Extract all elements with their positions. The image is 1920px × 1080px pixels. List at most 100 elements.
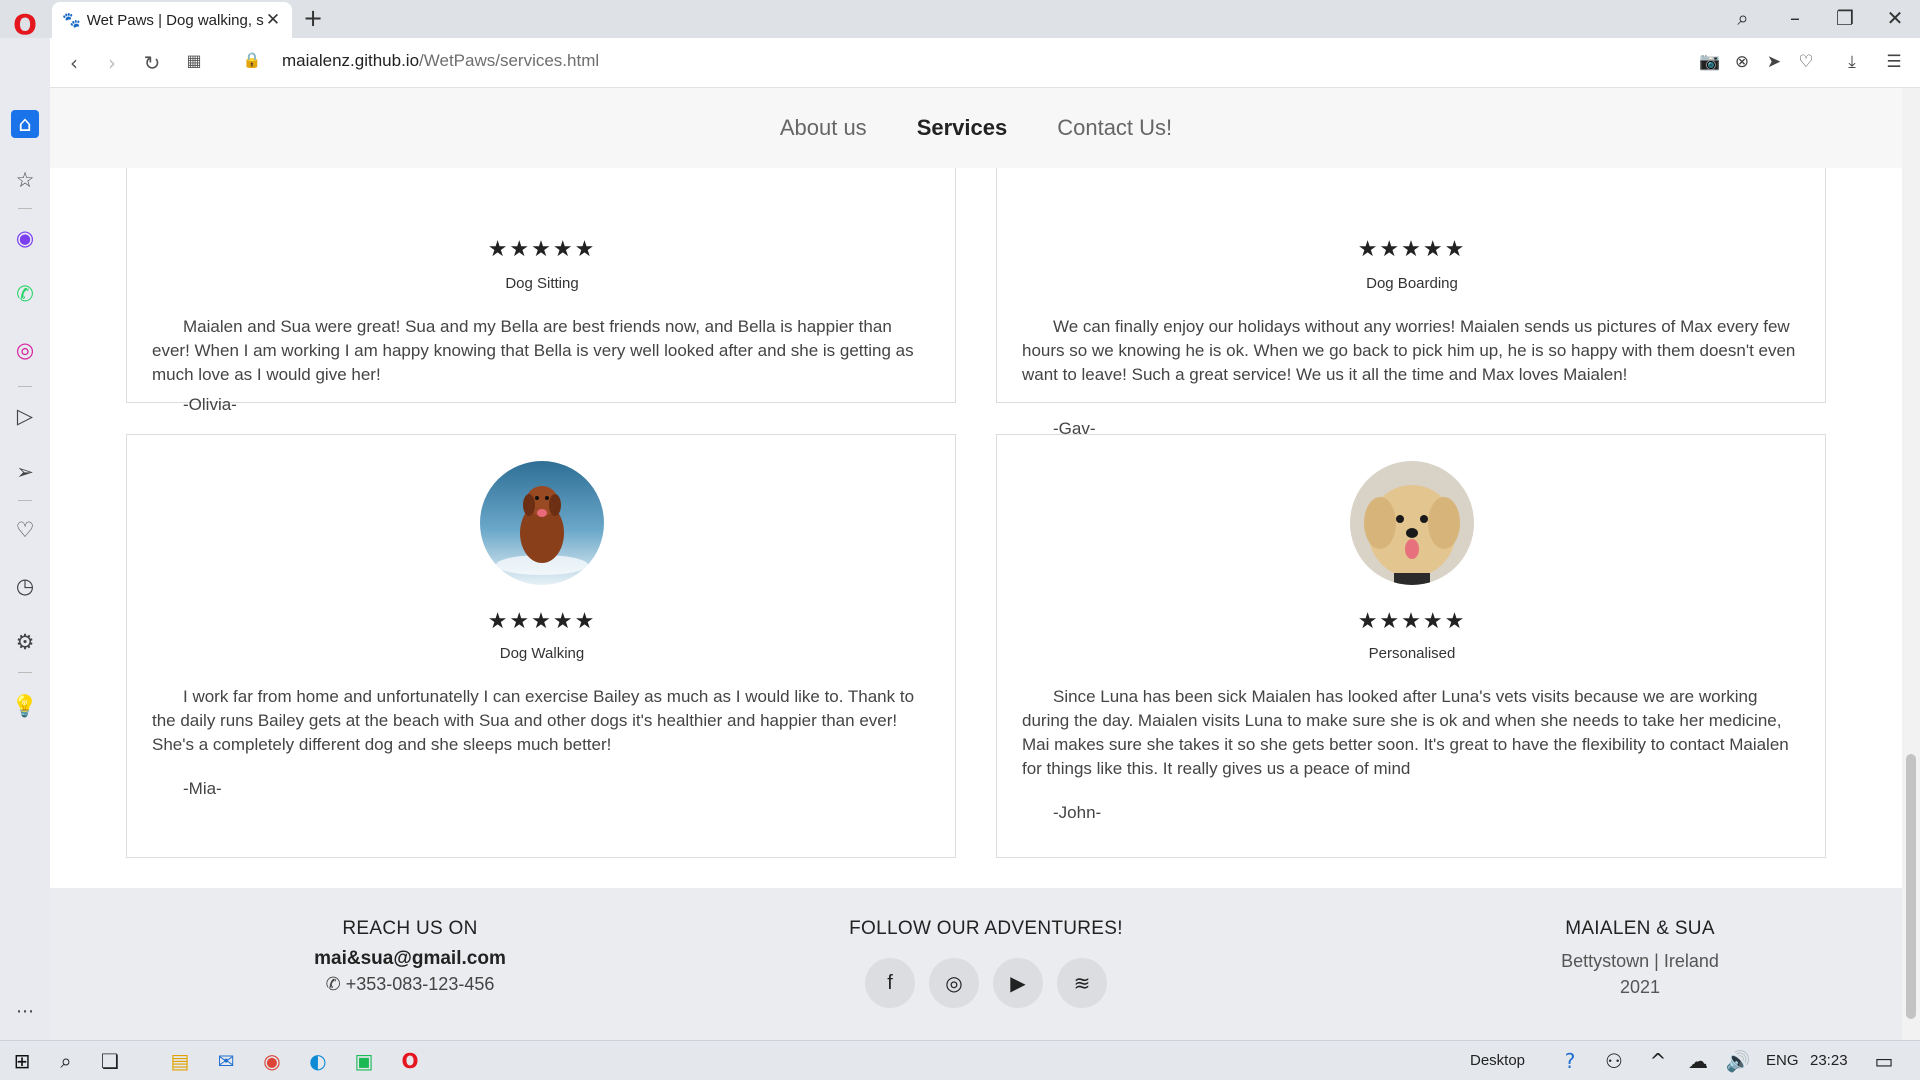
flow-icon[interactable]: ➢ <box>11 458 39 486</box>
whatsapp-icon: ✆ <box>325 974 341 994</box>
page-scrollbar[interactable] <box>1902 88 1920 1040</box>
review-text: Maialen and Sua were great! Sua and my B… <box>152 317 914 384</box>
footer-phone-number: +353-083-123-456 <box>345 974 495 994</box>
spotify-icon[interactable]: ≋ <box>1057 958 1107 1008</box>
star-rating-icon: ★★★★★ <box>487 237 597 262</box>
camera-icon[interactable]: 📷 <box>1698 52 1722 72</box>
scrollbar-thumb[interactable] <box>1906 754 1916 1019</box>
review-card: ★★★★★ Personalised Since Luna has been s… <box>996 434 1826 858</box>
more-icon[interactable]: ⋯ <box>11 998 39 1026</box>
chevron-up-icon[interactable]: ^ <box>1644 1048 1672 1074</box>
review-service: Dog Walking <box>499 645 585 662</box>
help-icon[interactable]: ? <box>1556 1048 1584 1074</box>
send-icon[interactable]: ➤ <box>1762 52 1786 72</box>
footer-phone: ✆ +353-083-123-456 <box>240 974 580 995</box>
footer-follow-heading: FOLLOW OUR ADVENTURES! <box>849 918 1123 939</box>
home-icon[interactable]: ⌂ <box>11 110 39 138</box>
task-view-icon[interactable]: ❏ <box>96 1048 124 1074</box>
back-button[interactable]: ‹ <box>62 51 86 75</box>
youtube-icon[interactable]: ▶ <box>993 958 1043 1008</box>
search-icon[interactable]: ⌕ <box>52 1048 80 1074</box>
star-rating-icon: ★★★★★ <box>1357 609 1467 634</box>
footer-reach-heading: REACH US ON <box>342 918 478 939</box>
footer-brand: MAIALEN & SUA Bettystown | Ireland 2021 <box>1470 918 1810 1000</box>
address-bar: ‹ › ↻ ▦ 🔒 maialenz.github.io/WetPaws/ser… <box>50 38 1920 88</box>
speed-dial-icon[interactable]: ▦ <box>182 51 206 70</box>
footer-location: Bettystown | Ireland <box>1561 951 1719 971</box>
review-service: Dog Boarding <box>1366 275 1458 292</box>
review-text: We can finally enjoy our holidays withou… <box>1022 317 1796 384</box>
restore-button[interactable]: ❐ <box>1830 6 1860 30</box>
site-footer: REACH US ON mai&sua@gmail.com ✆ +353-083… <box>50 888 1902 1040</box>
favorites-icon[interactable]: ♡ <box>11 516 39 544</box>
site-navigation: About us Services Contact Us! <box>50 88 1902 168</box>
review-service: Dog Sitting <box>505 275 579 292</box>
footer-contact: REACH US ON mai&sua@gmail.com ✆ +353-083… <box>240 918 580 995</box>
volume-icon[interactable]: 🔊 <box>1724 1048 1752 1074</box>
chrome-icon[interactable]: ◉ <box>258 1048 286 1074</box>
tab-bar: O 🐾 Wet Paws | Dog walking, si ✕ + ⌕ – ❐… <box>0 0 1920 40</box>
nav-about-us[interactable]: About us <box>780 115 867 141</box>
settings-icon[interactable]: ⚙ <box>11 628 39 656</box>
opera-sidebar: ⌂ ☆ ◉ ✆ ◎ ▷ ➢ ♡ ◷ ⚙ 💡 ⋯ <box>0 38 50 1040</box>
tab-title: Wet Paws | Dog walking, si <box>86 11 264 29</box>
instagram-icon[interactable]: ◎ <box>11 336 39 364</box>
search-tabs-icon[interactable]: ⌕ <box>1728 6 1758 30</box>
language-indicator[interactable]: ENG <box>1766 1052 1799 1069</box>
facebook-icon[interactable]: f <box>865 958 915 1008</box>
onedrive-icon[interactable]: ☁ <box>1684 1048 1712 1074</box>
lock-icon: 🔒 <box>242 51 262 69</box>
mail-icon[interactable]: ✉ <box>212 1048 240 1074</box>
line-app-icon[interactable]: ▣ <box>350 1048 378 1074</box>
footer-social: FOLLOW OUR ADVENTURES! f ◎ ▶ ≋ <box>816 918 1156 1008</box>
close-window-button[interactable]: ✕ <box>1880 6 1910 30</box>
url-path: /WetPaws/services.html <box>419 51 600 70</box>
dog-avatar-image <box>1350 461 1474 585</box>
heart-icon[interactable]: ♡ <box>1794 52 1818 72</box>
easy-setup-icon[interactable]: ☰ <box>1882 52 1906 72</box>
windows-taskbar: ⊞ ⌕ ❏ ▤ ✉ ◉ ◐ ▣ O Desktop ? ⚇ ^ ☁ 🔊 ENG … <box>0 1040 1920 1080</box>
review-author: -Olivia- <box>183 395 237 414</box>
file-explorer-icon[interactable]: ▤ <box>166 1048 194 1074</box>
review-author: -Mia- <box>183 779 222 798</box>
review-text: Since Luna has been sick Maialen has loo… <box>1022 687 1789 778</box>
whatsapp-icon[interactable]: ✆ <box>11 280 39 308</box>
minimize-button[interactable]: – <box>1780 6 1810 30</box>
people-icon[interactable]: ⚇ <box>1600 1048 1628 1074</box>
opera-taskbar-icon[interactable]: O <box>396 1048 424 1074</box>
notifications-icon[interactable]: ▭ <box>1870 1048 1898 1074</box>
player-icon[interactable]: ▷ <box>11 402 39 430</box>
new-tab-button[interactable]: + <box>303 4 323 32</box>
download-icon[interactable]: ⤓ <box>1840 52 1864 72</box>
history-icon[interactable]: ◷ <box>11 572 39 600</box>
reload-button[interactable]: ↻ <box>140 51 164 75</box>
edge-icon[interactable]: ◐ <box>304 1048 332 1074</box>
dog-avatar-image <box>480 461 604 585</box>
review-card: ★★★★★ Dog Walking I work far from home a… <box>126 434 956 858</box>
star-rating-icon: ★★★★★ <box>487 609 597 634</box>
bookmarks-icon[interactable]: ☆ <box>11 166 39 194</box>
footer-year: 2021 <box>1619 977 1661 997</box>
nav-services[interactable]: Services <box>917 115 1008 141</box>
url-host: maialenz.github.io <box>282 51 420 70</box>
forward-button[interactable]: › <box>100 51 124 75</box>
review-text: I work far from home and unfortunatelly … <box>152 687 915 754</box>
browser-tab-active[interactable]: 🐾 Wet Paws | Dog walking, si ✕ <box>52 2 292 38</box>
paw-favicon-icon: 🐾 <box>62 12 81 29</box>
desktop-toolbar-label[interactable]: Desktop <box>1470 1052 1525 1069</box>
opera-logo-icon[interactable]: O <box>12 10 38 40</box>
clock[interactable]: 23:23 <box>1810 1052 1848 1069</box>
adblock-icon[interactable]: ⊗ <box>1730 52 1754 72</box>
nav-contact-us[interactable]: Contact Us! <box>1057 115 1172 141</box>
lightbulb-icon[interactable]: 💡 <box>11 692 39 720</box>
windows-start-icon[interactable]: ⊞ <box>8 1048 36 1074</box>
instagram-icon[interactable]: ◎ <box>929 958 979 1008</box>
tab-close-icon[interactable]: ✕ <box>264 10 282 30</box>
review-service: Personalised <box>1368 645 1456 662</box>
footer-email[interactable]: mai&sua@gmail.com <box>240 948 580 970</box>
review-author: -John- <box>1053 803 1102 822</box>
page-viewport: About us Services Contact Us! ★★★★★ Dog … <box>50 88 1920 1040</box>
footer-brand-heading: MAIALEN & SUA <box>1565 918 1715 939</box>
url-field[interactable]: maialenz.github.io/WetPaws/services.html <box>282 51 599 71</box>
messenger-icon[interactable]: ◉ <box>11 224 39 252</box>
